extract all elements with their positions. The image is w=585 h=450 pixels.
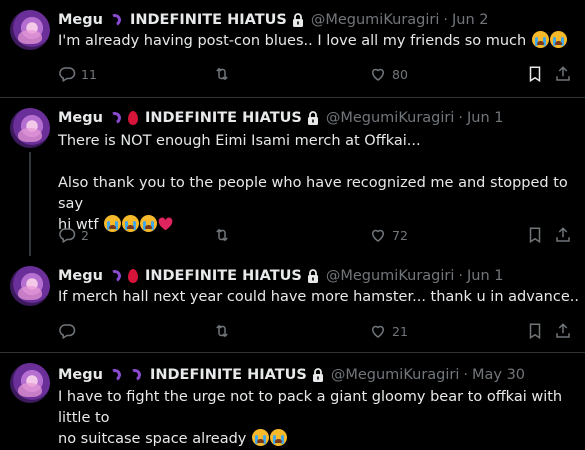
tweet-date[interactable]: Jun 2 bbox=[452, 12, 489, 28]
reply-button[interactable]: 2 bbox=[58, 225, 89, 245]
sob-emoji bbox=[251, 429, 269, 446]
like-count: 21 bbox=[392, 323, 408, 339]
dot-separator: · bbox=[458, 110, 463, 126]
share-button[interactable] bbox=[554, 321, 572, 341]
retweet-icon bbox=[216, 67, 228, 81]
worm-emoji bbox=[107, 268, 123, 284]
like-icon bbox=[371, 229, 385, 242]
worm-emoji bbox=[127, 367, 143, 383]
tweet-text: I'm already having post-con blues.. I lo… bbox=[58, 31, 580, 52]
like-button[interactable]: 80 bbox=[369, 64, 408, 84]
retweet-button[interactable] bbox=[213, 225, 236, 245]
name-status[interactable]: INDEFINITE HIATUS bbox=[130, 12, 287, 28]
tweet-date[interactable]: May 30 bbox=[472, 367, 525, 383]
avatar[interactable] bbox=[10, 266, 50, 306]
handle[interactable]: @MegumiKuragiri bbox=[331, 367, 460, 383]
tweet-header: Megu INDEFINITE HIATUS @MegumiKuragiri ·… bbox=[58, 365, 525, 385]
bookmark-button[interactable] bbox=[526, 321, 544, 341]
tweet-text-line: I have to fight the urge not to pack a g… bbox=[58, 389, 563, 426]
name-status[interactable]: INDEFINITE HIATUS bbox=[145, 110, 302, 126]
dot-separator: · bbox=[458, 268, 463, 284]
share-button[interactable] bbox=[554, 64, 572, 84]
like-count: 72 bbox=[392, 227, 408, 243]
tweet-header: Megu INDEFINITE HIATUS @MegumiKuragiri ·… bbox=[58, 10, 489, 30]
bookmark-button[interactable] bbox=[526, 64, 544, 84]
sob-emoji bbox=[549, 31, 567, 48]
dot-separator: · bbox=[443, 12, 448, 28]
sob-emoji bbox=[269, 429, 287, 446]
reply-button[interactable]: 11 bbox=[58, 64, 97, 84]
blood-drop-emoji bbox=[127, 111, 138, 125]
like-button[interactable]: 72 bbox=[369, 225, 408, 245]
handle[interactable]: @MegumiKuragiri bbox=[311, 12, 440, 28]
tweet-date[interactable]: Jun 1 bbox=[467, 268, 504, 284]
tweet-header: Megu INDEFINITE HIATUS @MegumiKuragiri ·… bbox=[58, 266, 504, 286]
lock-icon bbox=[307, 111, 318, 125]
worm-emoji bbox=[107, 110, 123, 126]
tweet[interactable]: Megu INDEFINITE HIATUS @MegumiKuragiri ·… bbox=[0, 98, 585, 256]
like-icon bbox=[371, 68, 385, 81]
tweet-text-content: I'm already having post-con blues.. I lo… bbox=[58, 33, 527, 49]
retweet-button[interactable] bbox=[213, 321, 236, 341]
share-button[interactable] bbox=[554, 225, 572, 245]
display-name[interactable]: Megu bbox=[58, 367, 103, 383]
lock-icon bbox=[307, 269, 318, 283]
like-count: 80 bbox=[392, 66, 408, 82]
tweet-actions: 2 72 bbox=[58, 225, 578, 245]
thread-line bbox=[29, 152, 31, 256]
worm-emoji bbox=[107, 12, 123, 28]
handle[interactable]: @MegumiKuragiri bbox=[326, 268, 455, 284]
avatar[interactable] bbox=[10, 108, 50, 148]
display-name[interactable]: Megu bbox=[58, 268, 103, 284]
share-icon bbox=[556, 66, 570, 81]
name-status[interactable]: INDEFINITE HIATUS bbox=[145, 268, 302, 284]
reply-icon bbox=[59, 228, 76, 244]
dot-separator: · bbox=[463, 367, 468, 383]
like-button[interactable]: 21 bbox=[369, 321, 408, 341]
reply-count: 11 bbox=[81, 66, 97, 82]
lock-icon bbox=[312, 368, 323, 382]
handle[interactable]: @MegumiKuragiri bbox=[326, 110, 455, 126]
tweet[interactable]: Megu INDEFINITE HIATUS @MegumiKuragiri ·… bbox=[0, 0, 585, 97]
reply-icon bbox=[59, 67, 76, 83]
blood-drop-emoji bbox=[127, 269, 138, 283]
lock-icon bbox=[292, 13, 303, 27]
tweet[interactable]: Megu INDEFINITE HIATUS @MegumiKuragiri ·… bbox=[0, 353, 585, 447]
tweet-actions: 21 bbox=[58, 321, 578, 341]
tweet-text: I have to fight the urge not to pack a g… bbox=[58, 387, 580, 450]
bookmark-button[interactable] bbox=[526, 225, 544, 245]
share-icon bbox=[556, 323, 570, 338]
retweet-icon bbox=[216, 324, 228, 338]
tweet-text: There is NOT enough Eimi Isami merch at … bbox=[58, 131, 580, 236]
like-icon bbox=[371, 325, 385, 338]
tweet-header: Megu INDEFINITE HIATUS @MegumiKuragiri ·… bbox=[58, 108, 504, 128]
reply-count: 2 bbox=[81, 227, 89, 243]
avatar[interactable] bbox=[10, 10, 50, 50]
tweet[interactable]: Megu INDEFINITE HIATUS @MegumiKuragiri ·… bbox=[0, 256, 585, 352]
bookmark-icon bbox=[529, 227, 541, 244]
tweet-text-line: There is NOT enough Eimi Isami merch at … bbox=[58, 133, 421, 149]
tweet-text-line: Also thank you to the people who have re… bbox=[58, 175, 568, 212]
name-status[interactable]: INDEFINITE HIATUS bbox=[150, 367, 307, 383]
tweet-text-line: no suitcase space already bbox=[58, 431, 247, 447]
tweet-text-content: If merch hall next year could have more … bbox=[58, 289, 579, 305]
reply-button[interactable] bbox=[58, 321, 81, 341]
avatar[interactable] bbox=[10, 363, 50, 403]
worm-emoji bbox=[107, 367, 123, 383]
sob-emoji bbox=[531, 31, 549, 48]
tweet-actions: 11 80 bbox=[58, 64, 578, 84]
tweet-date[interactable]: Jun 1 bbox=[467, 110, 504, 126]
tweet-text: If merch hall next year could have more … bbox=[58, 287, 580, 308]
bookmark-icon bbox=[529, 323, 541, 340]
share-icon bbox=[556, 227, 570, 242]
bookmark-icon bbox=[529, 66, 541, 83]
reply-icon bbox=[59, 324, 76, 340]
display-name[interactable]: Megu bbox=[58, 12, 103, 28]
retweet-button[interactable] bbox=[213, 64, 236, 84]
display-name[interactable]: Megu bbox=[58, 110, 103, 126]
retweet-icon bbox=[216, 228, 228, 242]
